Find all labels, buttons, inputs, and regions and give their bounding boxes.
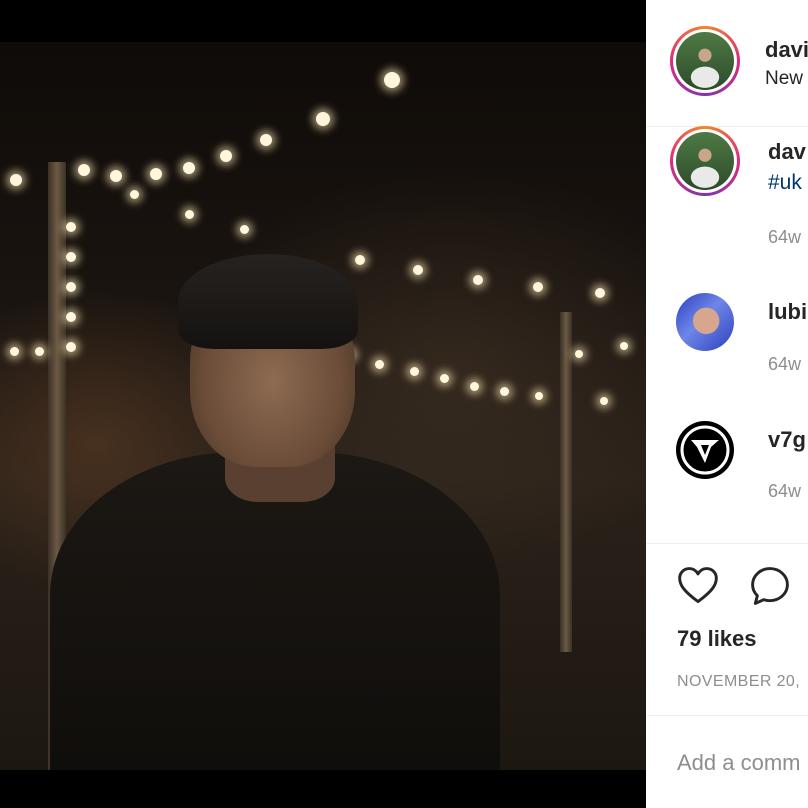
header-divider bbox=[646, 126, 808, 127]
string-light-bulb bbox=[66, 252, 76, 262]
string-light-bulb bbox=[66, 282, 76, 292]
heart-icon[interactable] bbox=[676, 564, 720, 608]
string-light-bulb bbox=[240, 225, 249, 234]
string-light-bulb bbox=[355, 255, 365, 265]
string-light-bulb bbox=[10, 174, 22, 186]
string-light-bulb bbox=[533, 282, 543, 292]
string-light-bulb bbox=[316, 112, 330, 126]
caption-username[interactable]: dav bbox=[768, 139, 806, 165]
string-light-bulb bbox=[35, 347, 44, 356]
string-light-bulb bbox=[183, 162, 195, 174]
v7-logo-icon bbox=[680, 425, 730, 475]
string-light-pole bbox=[560, 312, 572, 652]
author-avatar-photo bbox=[676, 32, 734, 90]
string-light-bulb bbox=[130, 190, 139, 199]
comment-time[interactable]: 64w bbox=[768, 354, 801, 375]
string-light-bulb bbox=[535, 392, 543, 400]
string-light-bulb bbox=[600, 397, 608, 405]
string-light-bulb bbox=[150, 168, 162, 180]
likes-count[interactable]: 79 likes bbox=[677, 626, 757, 652]
person-cap bbox=[178, 254, 358, 349]
string-light-bulb bbox=[595, 288, 605, 298]
string-light-bulb bbox=[66, 342, 76, 352]
post-photo[interactable] bbox=[0, 42, 646, 770]
string-light-bulb bbox=[110, 170, 122, 182]
string-light-bulb bbox=[413, 265, 423, 275]
caption-avatar-photo bbox=[676, 132, 734, 190]
comment-divider bbox=[646, 715, 808, 716]
string-light-bulb bbox=[575, 350, 583, 358]
comment-username[interactable]: lubi bbox=[768, 299, 807, 325]
string-light-bulb bbox=[620, 342, 628, 350]
string-light-bulb bbox=[10, 347, 19, 356]
string-light-bulb bbox=[440, 374, 449, 383]
post-media[interactable] bbox=[0, 0, 646, 808]
string-light-bulb bbox=[220, 150, 232, 162]
author-avatar[interactable] bbox=[670, 26, 740, 96]
string-light-bulb bbox=[66, 312, 76, 322]
string-light-bulb bbox=[410, 367, 419, 376]
author-location[interactable]: New bbox=[765, 68, 803, 90]
string-light-bulb bbox=[66, 222, 76, 232]
caption-avatar[interactable] bbox=[670, 126, 740, 196]
author-username[interactable]: davi bbox=[765, 37, 808, 63]
string-light-bulb bbox=[78, 164, 90, 176]
comment-username[interactable]: v7g bbox=[768, 427, 806, 453]
string-light-bulb bbox=[375, 360, 384, 369]
string-light-bulb bbox=[470, 382, 479, 391]
string-light-bulb bbox=[473, 275, 483, 285]
string-light-bulb bbox=[260, 134, 272, 146]
string-light-bulb bbox=[384, 72, 400, 88]
caption-hashtag[interactable]: #uk bbox=[768, 171, 802, 195]
actions-divider bbox=[646, 543, 808, 544]
post-side-panel: davi New dav #uk 64w lubi 64w v7g 64w 79… bbox=[646, 0, 808, 808]
comment-time[interactable]: 64w bbox=[768, 481, 801, 502]
post-date[interactable]: NOVEMBER 20, bbox=[677, 673, 800, 691]
add-comment-input[interactable] bbox=[677, 750, 808, 776]
comment-bubble-icon[interactable] bbox=[748, 564, 792, 608]
string-light-bulb bbox=[500, 387, 509, 396]
comment-avatar-lubi[interactable] bbox=[676, 293, 734, 351]
string-light-bulb bbox=[185, 210, 194, 219]
caption-time[interactable]: 64w bbox=[768, 227, 801, 248]
comment-avatar-v7g[interactable] bbox=[676, 421, 734, 479]
